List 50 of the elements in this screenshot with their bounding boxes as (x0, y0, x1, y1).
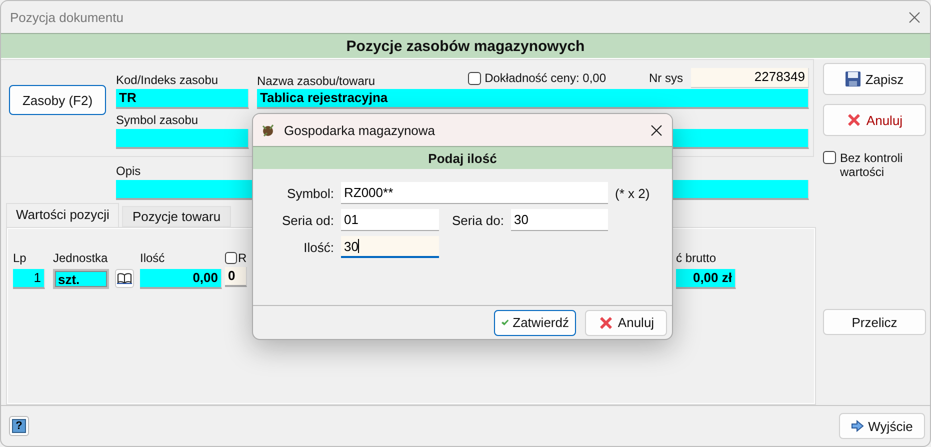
field-label: Seria do: (450, 212, 504, 228)
field-label: Opis (116, 164, 141, 178)
input-field[interactable]: 30 (341, 236, 439, 258)
section-header: Pozycje zasobów magazynowych (1, 33, 930, 59)
window-title: Pozycja dokumentu (10, 10, 124, 24)
input-field[interactable]: RZ000** (341, 182, 608, 204)
input-field[interactable]: 1 (13, 269, 45, 289)
confirm-button[interactable]: Zatwierdź (494, 310, 576, 336)
checkbox[interactable]: Bez kontroli wartości (823, 151, 913, 179)
recalculate-button[interactable]: Przelicz (823, 309, 926, 335)
input-field[interactable]: TR (116, 89, 249, 109)
checkbox[interactable]: Dokładność ceny: 0,00 (468, 71, 606, 85)
dialog-title: Gospodarka magazynowa (284, 122, 436, 138)
arrow-icon (851, 420, 864, 432)
field-label: Nazwa zasobu/towaru (257, 74, 376, 88)
input-field[interactable]: 30 (511, 209, 608, 231)
dialog-header: Podaj ilość (253, 146, 672, 169)
column-label: ć brutto (676, 251, 718, 267)
cancel-button[interactable]: Anuluj (823, 104, 926, 136)
field-label: Nr sys (649, 71, 683, 85)
cancel-button[interactable]: Anuluj (585, 310, 667, 336)
input-field[interactable]: 01 (341, 209, 439, 231)
cross-icon (846, 112, 862, 128)
field-label: Ilość: (302, 240, 334, 254)
input-field[interactable]: 0,00 (140, 269, 222, 289)
save-button[interactable]: Zapisz (823, 63, 926, 95)
hint-text: (* x 2) (615, 186, 651, 200)
help-button[interactable]: ? (9, 416, 29, 436)
exit-button[interactable]: Wyjście (839, 413, 925, 439)
column-label: Ilość (140, 251, 166, 267)
book-icon[interactable] (115, 269, 134, 288)
app-icon (261, 122, 276, 138)
checkbox[interactable]: R (225, 251, 247, 265)
field-label: Kod/Indeks zasobu (116, 73, 218, 87)
input-field[interactable]: 0,00 zł (676, 269, 736, 289)
input-field[interactable]: Tablica rejestracyjna (257, 89, 809, 109)
resources-button[interactable]: Zasoby (F2) (9, 85, 106, 115)
close-icon[interactable] (651, 124, 662, 136)
field-label: Symbol: (286, 186, 334, 200)
cross-icon (598, 314, 614, 330)
input-field[interactable] (116, 129, 249, 149)
field-label: Seria od: (280, 212, 334, 228)
column-label: Lp (13, 251, 28, 267)
column-label: Jednostka (53, 251, 109, 267)
input-field[interactable]: 0 (225, 267, 247, 287)
field-label: Symbol zasobu (116, 113, 198, 127)
tab[interactable]: Wartości pozycji (6, 203, 120, 227)
input-field[interactable]: szt. (53, 269, 109, 289)
input-field[interactable]: 2278349 (691, 68, 809, 88)
tab[interactable]: Pozycje towaru (122, 206, 231, 227)
